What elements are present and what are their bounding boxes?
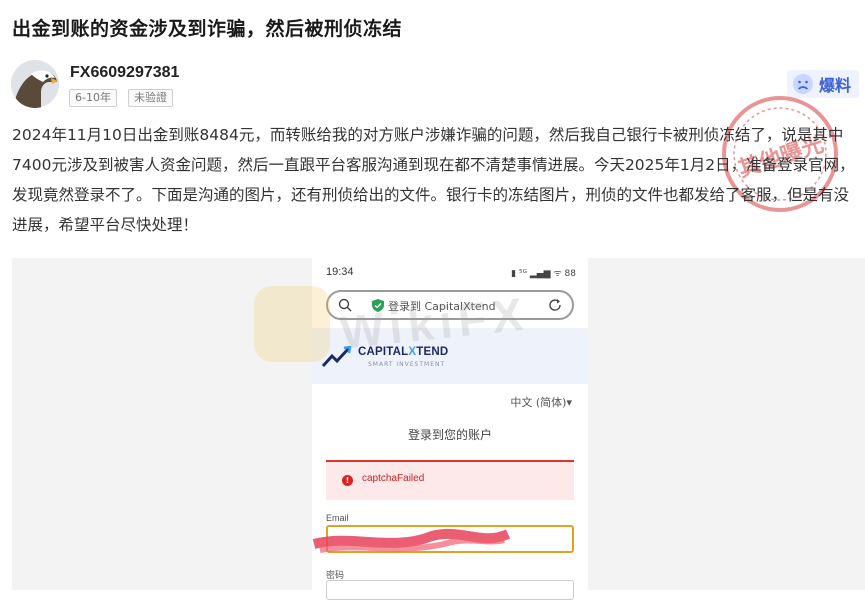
login-title: 登录到您的账户: [407, 428, 492, 442]
capitalxtend-logo-icon: [322, 346, 352, 368]
secure-shield-icon: [372, 299, 384, 312]
user-avatar[interactable]: [11, 60, 59, 108]
post-title: 出金到账的资金涉及到诈骗，然后被刑侦冻结: [12, 18, 403, 40]
brand-header: CAPITALXTEND SMART INVESTMENT: [312, 328, 588, 384]
error-alert: ! captchaFailed: [326, 460, 574, 500]
browser-url-bar[interactable]: 登录到 CapitalXtend: [326, 290, 574, 320]
username[interactable]: FX6609297381: [70, 64, 179, 82]
redaction-scribble: [312, 528, 511, 553]
verification-tag: 未验證: [128, 89, 173, 107]
attached-screenshot[interactable]: 19:34 ▮ ⁵ᴳ ▂▄▆ ᯤ 88 登录到 CapitalXtend CAP…: [12, 258, 865, 600]
phone-screen: 19:34 ▮ ⁵ᴳ ▂▄▆ ᯤ 88 登录到 CapitalXtend CAP…: [312, 258, 588, 600]
brand-tagline: SMART INVESTMENT: [368, 361, 446, 368]
language-selector[interactable]: 中文 (简体)▾: [510, 394, 572, 410]
error-icon: !: [342, 475, 353, 486]
brand-name: CAPITALXTEND: [358, 346, 449, 358]
post-body: 2024年11月10日出金到账8484元，而转账给我的对方账户涉嫌诈骗的问题，然…: [12, 126, 855, 234]
error-text: captchaFailed: [362, 473, 425, 484]
refresh-icon: [549, 299, 561, 311]
password-field[interactable]: [326, 580, 574, 600]
experience-tag: 6-10年: [69, 89, 117, 107]
search-icon: [338, 298, 352, 312]
status-time: 19:34: [326, 266, 354, 278]
status-icons: ▮ ⁵ᴳ ▂▄▆ ᯤ 88: [511, 269, 576, 279]
eagle-avatar-icon: [11, 60, 59, 108]
url-text: 登录到 CapitalXtend: [388, 300, 496, 313]
